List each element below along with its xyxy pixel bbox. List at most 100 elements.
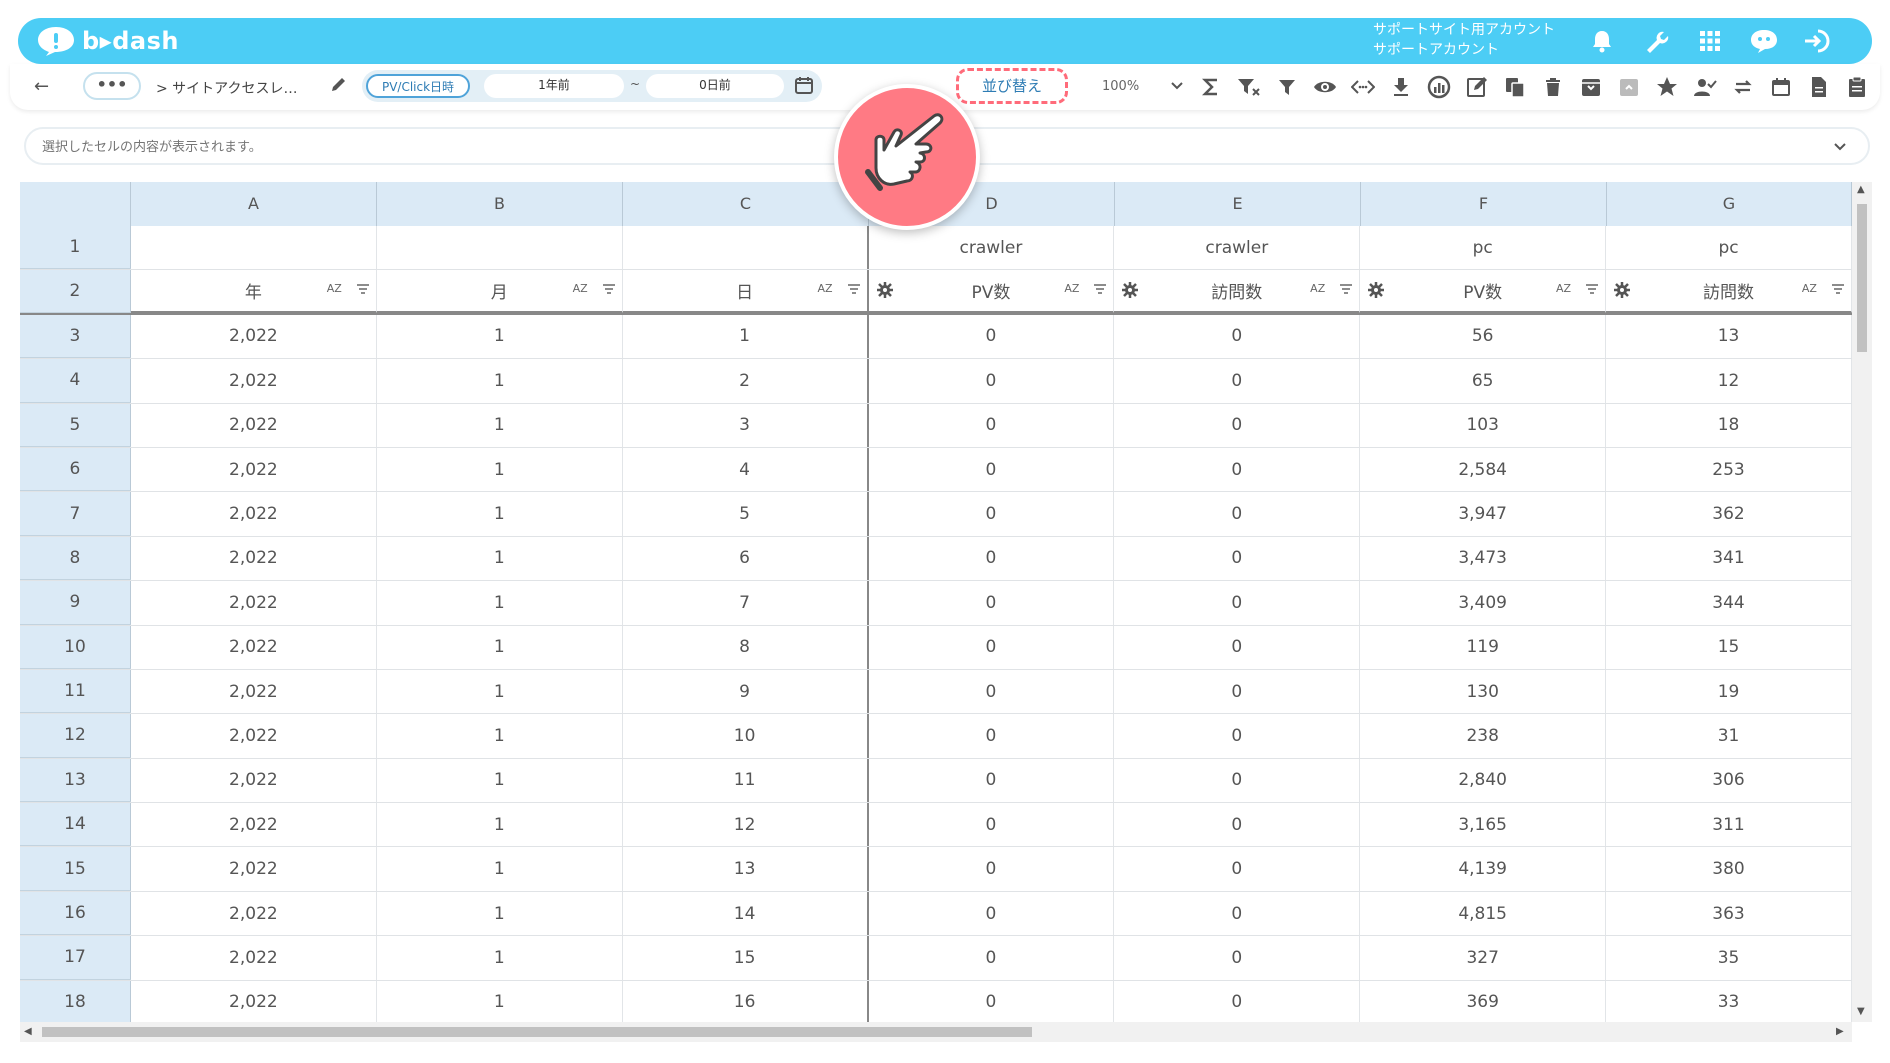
breadcrumb[interactable]: > サイトアクセスレ…: [156, 78, 297, 98]
table-cell[interactable]: 5: [623, 492, 869, 536]
field-header-cell[interactable]: 訪問数 AZ: [1606, 270, 1852, 313]
table-cell[interactable]: 1: [377, 936, 623, 980]
column-header-f[interactable]: F: [1361, 182, 1607, 226]
table-cell[interactable]: 0: [869, 581, 1115, 625]
row-number[interactable]: 10: [20, 625, 131, 669]
gear-icon[interactable]: [876, 282, 893, 299]
table-cell[interactable]: 0: [869, 536, 1115, 581]
column-filter-icon[interactable]: [1831, 283, 1845, 295]
scroll-left-icon[interactable]: ◀: [24, 1026, 32, 1037]
table-cell[interactable]: 1: [377, 581, 623, 625]
row-number[interactable]: 15: [20, 847, 131, 891]
table-cell[interactable]: 1: [377, 314, 623, 359]
table-cell[interactable]: 2,022: [131, 891, 377, 936]
table-cell[interactable]: 0: [1114, 980, 1361, 1025]
table-cell[interactable]: 18: [1606, 403, 1852, 447]
table-cell[interactable]: 2,022: [131, 847, 377, 891]
table-cell[interactable]: 31: [1606, 714, 1852, 758]
gear-icon[interactable]: [1368, 282, 1385, 299]
table-cell[interactable]: 1: [377, 447, 623, 492]
table-cell[interactable]: 10: [623, 714, 869, 758]
table-cell[interactable]: 13: [1606, 314, 1852, 359]
table-cell[interactable]: 103: [1360, 403, 1607, 447]
date-to-field[interactable]: 0日前: [646, 74, 784, 98]
table-cell[interactable]: 0: [1114, 714, 1361, 758]
table-cell[interactable]: 2,022: [131, 447, 377, 492]
row-number[interactable]: 2: [20, 270, 131, 313]
document-icon[interactable]: [1804, 73, 1833, 101]
unarchive-icon[interactable]: [1614, 73, 1643, 101]
table-cell[interactable]: 3,165: [1360, 803, 1607, 847]
table-cell[interactable]: 0: [869, 891, 1115, 936]
table-cell[interactable]: 4,139: [1360, 847, 1607, 891]
table-cell[interactable]: 2,022: [131, 314, 377, 359]
table-cell[interactable]: 0: [869, 403, 1115, 447]
row-number[interactable]: 3: [20, 314, 131, 359]
table-cell[interactable]: 238: [1360, 714, 1607, 758]
table-cell[interactable]: 1: [377, 714, 623, 758]
row-number[interactable]: 7: [20, 492, 131, 536]
corner-cell[interactable]: [20, 182, 131, 226]
table-cell[interactable]: 4: [623, 447, 869, 492]
field-header-cell[interactable]: 日 AZ: [622, 270, 869, 313]
bell-icon[interactable]: [1586, 26, 1618, 56]
sort-az-icon[interactable]: AZ: [1802, 282, 1817, 295]
table-cell[interactable]: 0: [869, 447, 1115, 492]
refresh-icon[interactable]: [1728, 73, 1757, 101]
column-filter-icon[interactable]: [847, 283, 861, 295]
sigma-icon[interactable]: [1196, 73, 1225, 101]
table-cell[interactable]: 3,947: [1360, 492, 1607, 536]
table-cell[interactable]: 14: [623, 891, 869, 936]
table-cell[interactable]: 15: [623, 936, 869, 980]
row-number[interactable]: 9: [20, 581, 131, 625]
eye-icon[interactable]: [1310, 73, 1339, 101]
table-cell[interactable]: 0: [1114, 447, 1361, 492]
table-cell[interactable]: pc: [1360, 226, 1607, 270]
back-button[interactable]: ←: [34, 76, 49, 97]
scroll-up-icon[interactable]: ▲: [1857, 184, 1865, 195]
table-cell[interactable]: 2,022: [131, 359, 377, 403]
table-cell[interactable]: 3: [623, 403, 869, 447]
wrench-icon[interactable]: [1640, 26, 1672, 56]
table-cell[interactable]: 16: [623, 980, 869, 1025]
table-cell[interactable]: 0: [869, 803, 1115, 847]
table-cell[interactable]: 0: [869, 625, 1115, 669]
star-icon[interactable]: [1652, 73, 1681, 101]
table-cell[interactable]: 2,022: [131, 980, 377, 1025]
table-cell[interactable]: 0: [869, 669, 1115, 714]
table-cell[interactable]: 1: [377, 758, 623, 803]
table-cell[interactable]: 2,022: [131, 625, 377, 669]
field-header-cell[interactable]: 月 AZ: [376, 270, 623, 313]
table-cell[interactable]: 19: [1606, 669, 1852, 714]
column-filter-icon[interactable]: [602, 283, 616, 295]
table-cell[interactable]: 0: [1114, 847, 1361, 891]
sort-az-icon[interactable]: AZ: [817, 282, 832, 295]
table-cell[interactable]: 2,584: [1360, 447, 1607, 492]
table-cell[interactable]: 0: [869, 847, 1115, 891]
table-cell[interactable]: 1: [377, 847, 623, 891]
download-icon[interactable]: [1386, 73, 1415, 101]
table-cell[interactable]: 0: [1114, 403, 1361, 447]
table-cell[interactable]: 0: [869, 492, 1115, 536]
column-header-g[interactable]: G: [1607, 182, 1852, 226]
scroll-right-icon[interactable]: ▶: [1836, 1026, 1844, 1037]
table-cell[interactable]: 12: [1606, 359, 1852, 403]
table-cell[interactable]: 56: [1360, 314, 1607, 359]
table-cell[interactable]: 2,022: [131, 936, 377, 980]
sort-az-icon[interactable]: AZ: [1310, 282, 1325, 295]
gear-icon[interactable]: [1614, 282, 1631, 299]
table-cell[interactable]: 6: [623, 536, 869, 581]
table-cell[interactable]: 0: [1114, 758, 1361, 803]
row-number[interactable]: 18: [20, 980, 131, 1025]
row-number[interactable]: 16: [20, 891, 131, 936]
chevron-down-icon[interactable]: [1832, 138, 1848, 157]
table-cell[interactable]: 327: [1360, 936, 1607, 980]
date-mode-toggle[interactable]: PV/Click日時: [366, 74, 470, 98]
table-cell[interactable]: [131, 226, 377, 270]
table-cell[interactable]: 4,815: [1360, 891, 1607, 936]
zoom-select[interactable]: 100%: [1082, 71, 1190, 101]
gear-icon[interactable]: [1122, 282, 1139, 299]
sort-az-icon[interactable]: AZ: [1064, 282, 1079, 295]
table-cell[interactable]: 33: [1606, 980, 1852, 1025]
table-cell[interactable]: 130: [1360, 669, 1607, 714]
